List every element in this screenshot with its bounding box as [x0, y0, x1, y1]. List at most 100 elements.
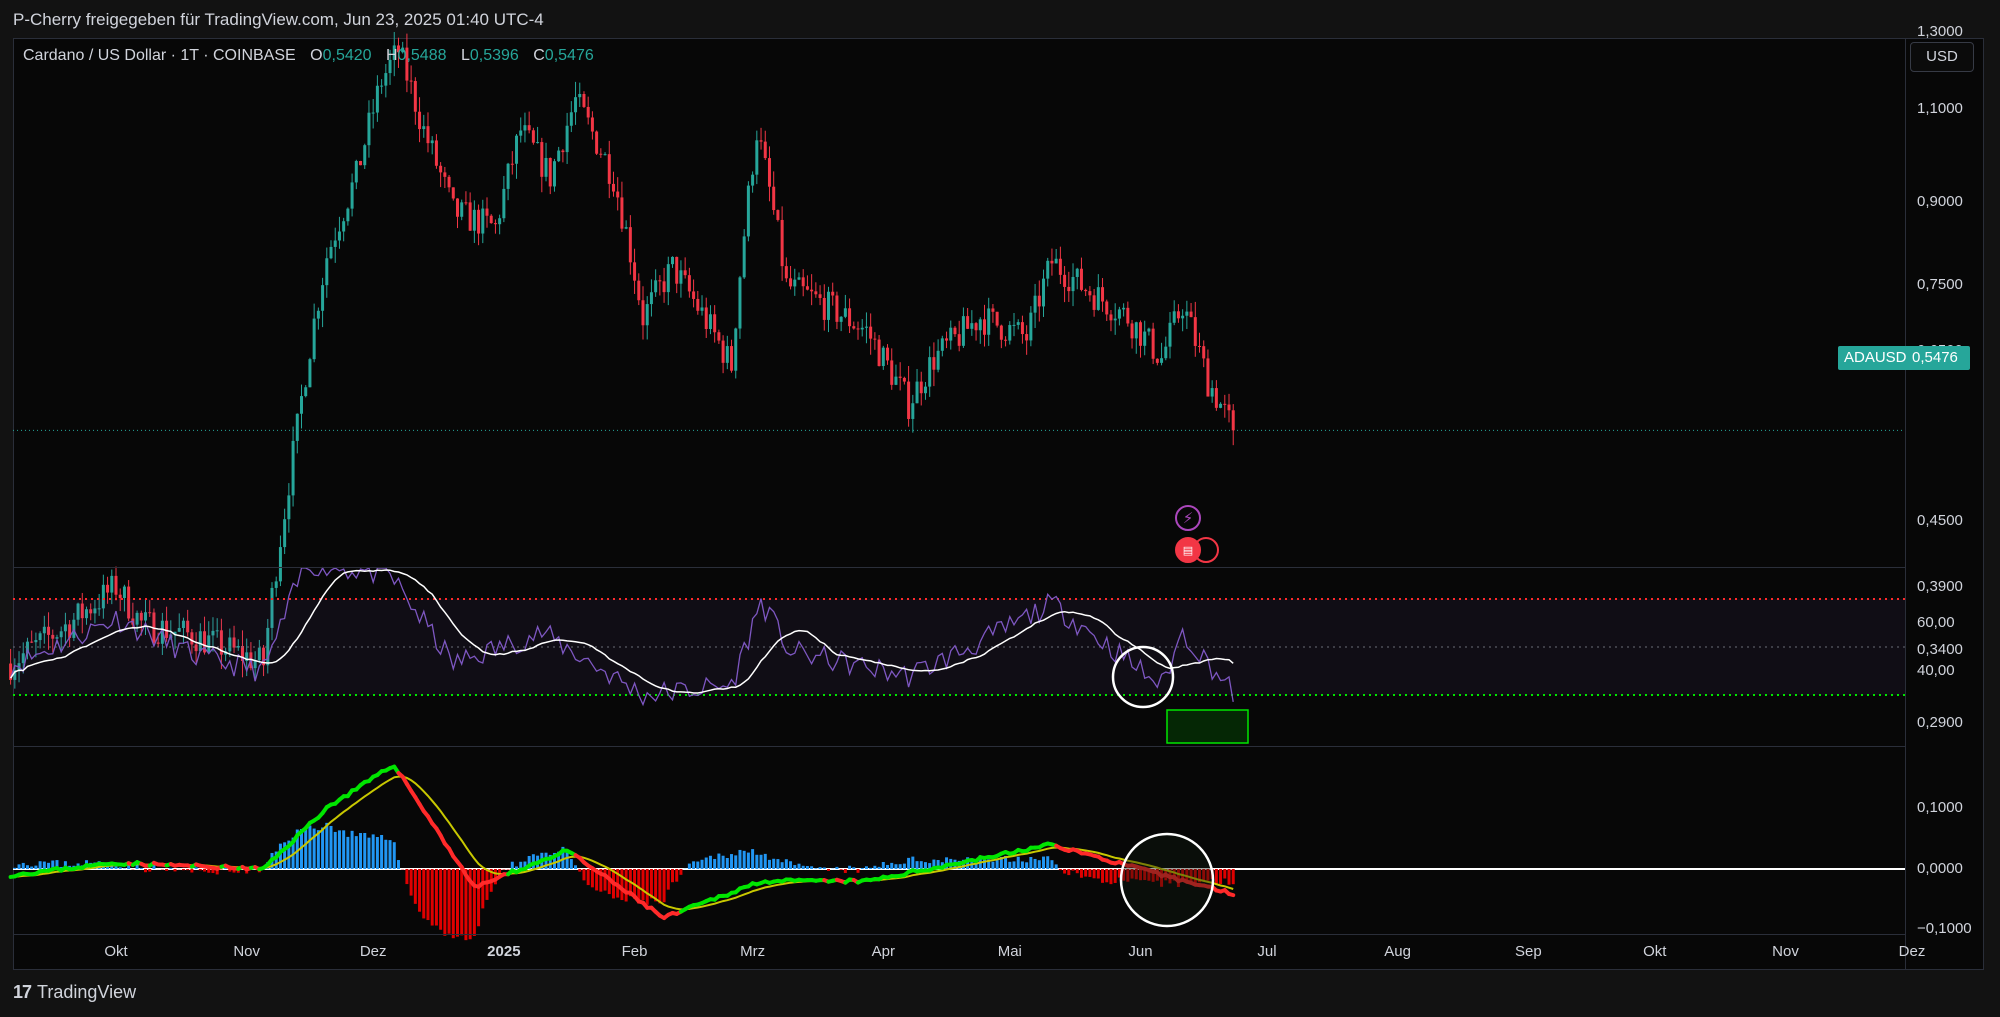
- macd-histogram-bar: [17, 864, 21, 869]
- candle-body: [620, 197, 624, 229]
- candle-body: [409, 80, 413, 82]
- candle-body: [1033, 295, 1037, 313]
- pane-separator-macd[interactable]: [13, 746, 1905, 747]
- candle-body: [540, 142, 544, 177]
- footer: 17 TradingView: [13, 982, 136, 1003]
- price-axis-separator: [1905, 38, 1906, 970]
- time-axis-label: Apr: [871, 943, 895, 960]
- macd-histogram-bar: [645, 869, 649, 905]
- candle-body: [569, 112, 573, 126]
- macd-axis-label: 0,1000: [1917, 798, 1963, 816]
- macd-histogram-bar: [890, 862, 894, 869]
- macd-histogram-bar: [991, 861, 995, 869]
- macd-histogram-bar: [603, 869, 607, 891]
- candle-body: [371, 112, 375, 114]
- candle-body: [1008, 325, 1012, 341]
- macd-histogram-bar: [793, 865, 797, 869]
- macd-histogram-bar: [477, 869, 481, 927]
- macd-histogram-bar: [886, 864, 890, 869]
- macd-histogram-bar: [1105, 869, 1109, 883]
- candle-body: [333, 240, 337, 247]
- macd-histogram-bar: [363, 832, 367, 869]
- candle-body: [907, 381, 911, 419]
- macd-histogram-bar: [173, 869, 177, 872]
- time-axis-label: Nov: [1772, 943, 1799, 960]
- candle-body: [890, 360, 894, 385]
- candle-body: [1223, 403, 1227, 405]
- macd-histogram-bar: [316, 830, 320, 869]
- candle-body: [110, 575, 114, 593]
- candle-body: [780, 219, 784, 267]
- candle-body: [515, 135, 519, 164]
- candle-body: [1147, 328, 1151, 332]
- macd-histogram-bar: [721, 855, 725, 869]
- candle-body: [687, 275, 691, 292]
- macd-histogram-bar: [1033, 858, 1037, 869]
- macd-histogram-bar: [713, 858, 717, 869]
- candle-body: [531, 130, 535, 143]
- candle-body: [1117, 309, 1121, 319]
- macd-histogram-bar: [194, 867, 198, 869]
- macd-histogram-bar: [852, 867, 856, 869]
- macd-histogram-bar: [881, 861, 885, 869]
- macd-histogram-bar: [350, 830, 354, 869]
- macd-histogram-bar: [780, 862, 784, 869]
- price-axis-label: 0,3400: [1917, 640, 1963, 658]
- pane-separator-rsi[interactable]: [13, 567, 1905, 568]
- candle-body: [755, 140, 759, 175]
- candle-body: [641, 300, 645, 326]
- candle-body: [312, 318, 316, 360]
- macd-histogram-bar: [38, 861, 42, 869]
- candle-body: [1198, 345, 1202, 347]
- macd-histogram-bar: [1088, 869, 1092, 877]
- candle-body: [300, 396, 304, 414]
- time-axis-separator: [13, 934, 1905, 935]
- candle-body: [1029, 312, 1033, 341]
- candle-body: [649, 292, 653, 305]
- candle-body: [915, 381, 919, 404]
- lightning-icon[interactable]: ⚡: [1175, 505, 1201, 531]
- candle-body: [843, 308, 847, 317]
- macd-histogram-bar: [826, 869, 830, 871]
- low-key: L: [460, 47, 470, 64]
- candle-body: [544, 157, 548, 177]
- tradingview-logo-icon[interactable]: 17: [13, 982, 32, 1003]
- candle-body: [730, 346, 734, 371]
- candle-body: [742, 236, 746, 278]
- macd-histogram-bar: [1020, 861, 1024, 869]
- macd-histogram-bar: [911, 856, 915, 869]
- open-key: O: [310, 47, 323, 64]
- macd-histogram-bar: [717, 853, 721, 869]
- open-value: 0,5420: [322, 47, 372, 64]
- symbol-name[interactable]: Cardano / US Dollar · 1T · COINBASE: [23, 47, 296, 64]
- candle-body: [439, 165, 443, 173]
- candle-body: [337, 231, 341, 241]
- candle-body: [586, 106, 590, 118]
- macd-histogram-bar: [907, 857, 911, 869]
- price-axis-label: 1,3000: [1917, 23, 1963, 41]
- chart-canvas[interactable]: [0, 0, 2000, 1017]
- candle-body: [464, 202, 468, 204]
- candle-body: [1088, 291, 1092, 296]
- candle-body: [1084, 289, 1088, 292]
- candle-body: [894, 376, 898, 385]
- footer-brand[interactable]: TradingView: [37, 982, 136, 1003]
- currency-button[interactable]: USD: [1910, 42, 1974, 72]
- macd-histogram-bar: [308, 825, 312, 869]
- event-stack-icon[interactable]: [1193, 537, 1219, 563]
- candle-body: [886, 347, 890, 361]
- candle-body: [1172, 311, 1176, 323]
- candle-body: [970, 323, 974, 329]
- macd-histogram-bar: [894, 864, 898, 869]
- macd-histogram-bar: [325, 822, 329, 869]
- time-axis-label: Sep: [1514, 943, 1542, 960]
- candle-body: [633, 262, 637, 281]
- candle-body: [793, 279, 797, 287]
- candle-body: [291, 440, 295, 496]
- time-axis-label: 2025: [487, 943, 521, 960]
- candle-body: [472, 209, 476, 231]
- macd-histogram-bar: [734, 855, 738, 869]
- candle-body: [928, 357, 932, 387]
- macd-histogram-bar: [30, 866, 34, 869]
- candle-body: [700, 307, 704, 311]
